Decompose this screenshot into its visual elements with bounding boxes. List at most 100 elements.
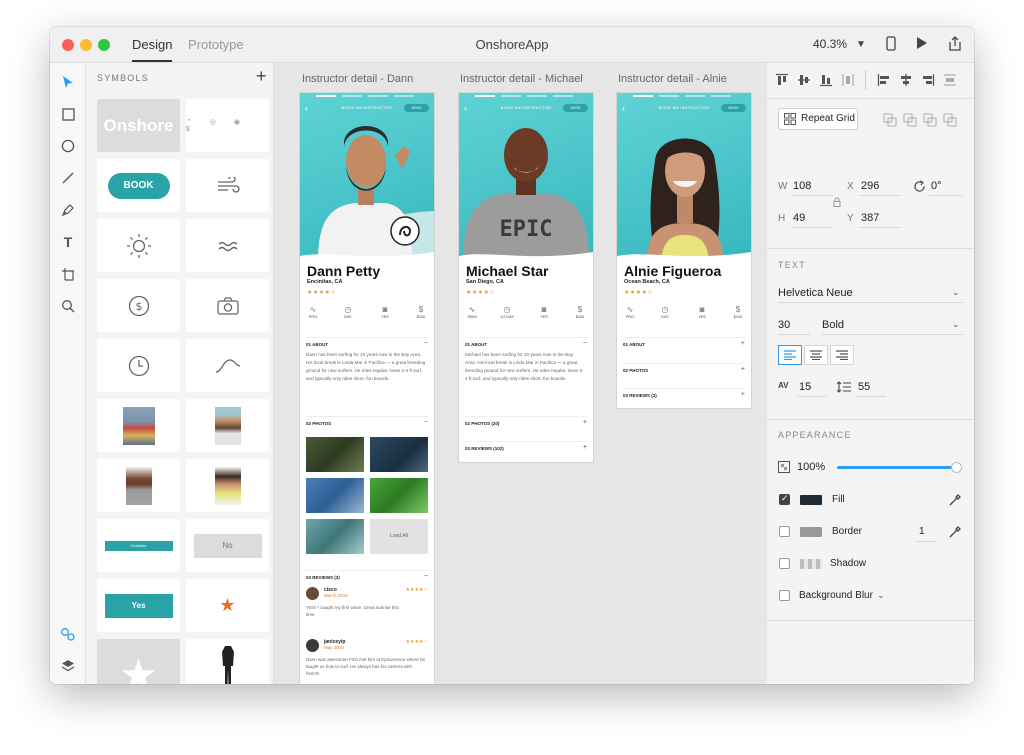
align-left-icon[interactable] bbox=[877, 73, 891, 87]
section-about[interactable]: 01 ABOUT − bbox=[306, 337, 428, 347]
rotation-input[interactable]: 0° bbox=[931, 180, 942, 192]
eyedropper-icon[interactable] bbox=[949, 525, 962, 538]
background-blur-checkbox[interactable] bbox=[779, 590, 790, 601]
section-about[interactable]: 01 ABOUT + bbox=[623, 337, 745, 347]
symbol-stat-icons[interactable]: ⌃ ◎ ◉ $ bbox=[186, 99, 269, 152]
x-input[interactable]: 296 bbox=[861, 180, 879, 192]
align-top-icon[interactable] bbox=[775, 73, 789, 87]
lock-aspect-icon[interactable] bbox=[833, 197, 841, 207]
y-input[interactable]: 387 bbox=[861, 212, 879, 224]
photo-5[interactable] bbox=[306, 519, 364, 554]
section-reviews[interactable]: 03 REVIEWS (102) + bbox=[465, 441, 587, 451]
distribute-vertical-icon[interactable] bbox=[841, 73, 855, 87]
align-center-icon[interactable] bbox=[899, 73, 913, 87]
symbol-dollar[interactable]: $ bbox=[97, 279, 180, 332]
layers-icon[interactable] bbox=[57, 655, 79, 677]
symbol-camera[interactable] bbox=[186, 279, 269, 332]
artboard-label-michael[interactable]: Instructor detail - Michael bbox=[460, 73, 583, 85]
select-tool-icon[interactable] bbox=[57, 71, 79, 93]
pen-tool-icon[interactable] bbox=[57, 199, 79, 221]
text-tool-icon[interactable]: T bbox=[57, 231, 79, 253]
artboard-label-dann[interactable]: Instructor detail - Dann bbox=[302, 73, 413, 85]
symbol-storefront-image[interactable] bbox=[97, 399, 180, 452]
symbol-yes-button[interactable]: Yes bbox=[97, 579, 180, 632]
font-size-input[interactable]: 30 bbox=[778, 319, 790, 331]
text-align-center-button[interactable] bbox=[804, 345, 828, 365]
chevron-down-icon[interactable]: ⌄ bbox=[952, 287, 960, 298]
share-icon[interactable] bbox=[948, 36, 962, 54]
symbol-clock[interactable] bbox=[97, 339, 180, 392]
photo-4[interactable] bbox=[370, 478, 428, 513]
chevron-down-icon[interactable]: ⌄ bbox=[952, 319, 960, 330]
photo-1[interactable] bbox=[306, 437, 364, 472]
symbol-large-star[interactable]: ★ bbox=[97, 639, 180, 684]
artboard-michael[interactable]: ‹ BOOK AN INSTRUCTOR BOOK EPIC Michael S… bbox=[459, 93, 593, 462]
section-photos[interactable]: 02 PHOTOS + bbox=[623, 363, 745, 373]
load-all-button[interactable]: Load All bbox=[370, 519, 428, 554]
play-icon[interactable] bbox=[916, 36, 928, 53]
border-color-swatch[interactable] bbox=[800, 527, 822, 537]
photo-2[interactable] bbox=[370, 437, 428, 472]
symbol-wetsuit[interactable] bbox=[186, 639, 269, 684]
repeat-grid-button[interactable]: Repeat Grid bbox=[778, 108, 858, 130]
text-align-right-button[interactable] bbox=[830, 345, 854, 365]
symbol-no-button[interactable]: No bbox=[186, 519, 269, 572]
artboard-dann[interactable]: ‹ BOOK AN INSTRUCTOR BOOK Dann Petty Enc… bbox=[300, 93, 434, 684]
symbols-panel-icon[interactable] bbox=[57, 623, 79, 645]
ellipse-tool-icon[interactable] bbox=[57, 135, 79, 157]
artboard-alnie[interactable]: ‹ BOOK AN INSTRUCTOR BOOK Alnie Figueroa… bbox=[617, 93, 751, 408]
align-middle-icon[interactable] bbox=[797, 73, 811, 87]
font-family-select[interactable]: Helvetica Neue bbox=[778, 287, 853, 299]
section-reviews[interactable]: 03 REVIEWS (3) − bbox=[306, 570, 428, 580]
boolean-add-icon[interactable] bbox=[883, 113, 897, 127]
chevron-down-icon[interactable]: ⌄ bbox=[877, 590, 885, 601]
width-input[interactable]: 108 bbox=[793, 180, 811, 192]
border-checkbox[interactable] bbox=[779, 526, 790, 537]
zoom-tool-icon[interactable] bbox=[57, 295, 79, 317]
symbol-wind[interactable] bbox=[186, 159, 269, 212]
symbol-continue-bar[interactable]: Continue bbox=[97, 519, 180, 572]
boolean-intersect-icon[interactable] bbox=[923, 113, 937, 127]
chevron-down-icon[interactable]: ▼ bbox=[856, 39, 866, 50]
shadow-checkbox[interactable] bbox=[779, 558, 790, 569]
border-width-input[interactable]: 1 bbox=[919, 526, 925, 537]
section-about[interactable]: 01 ABOUT − bbox=[465, 337, 587, 347]
font-weight-select[interactable]: Bold bbox=[822, 319, 844, 331]
symbol-alnie-image[interactable] bbox=[186, 459, 269, 512]
character-spacing-input[interactable]: 15 bbox=[799, 381, 811, 393]
align-right-icon[interactable] bbox=[921, 73, 935, 87]
device-preview-icon[interactable] bbox=[886, 36, 896, 54]
artboard-label-alnie[interactable]: Instructor detail - Alnie bbox=[618, 73, 727, 85]
symbol-dann-image[interactable] bbox=[186, 399, 269, 452]
distribute-horizontal-icon[interactable] bbox=[943, 73, 957, 87]
opacity-slider-thumb[interactable] bbox=[951, 462, 962, 473]
design-canvas[interactable]: Instructor detail - Dann ‹ BOOK AN INSTR… bbox=[274, 63, 767, 684]
photo-3[interactable] bbox=[306, 478, 364, 513]
boolean-subtract-icon[interactable] bbox=[903, 113, 917, 127]
text-align-left-button[interactable] bbox=[778, 345, 802, 365]
symbol-sun[interactable] bbox=[97, 219, 180, 272]
add-symbol-button[interactable]: + bbox=[256, 66, 267, 87]
symbol-michael-image[interactable] bbox=[97, 459, 180, 512]
opacity-input[interactable]: 100% bbox=[797, 461, 825, 473]
opacity-slider[interactable] bbox=[837, 462, 962, 473]
symbol-star[interactable]: ★ bbox=[186, 579, 269, 632]
fill-color-swatch[interactable] bbox=[800, 495, 822, 505]
line-spacing-input[interactable]: 55 bbox=[858, 381, 870, 393]
symbol-wave-curve[interactable] bbox=[186, 339, 269, 392]
fill-checkbox[interactable] bbox=[779, 493, 790, 505]
symbol-logo[interactable]: Onshore bbox=[97, 99, 180, 152]
section-photos[interactable]: 02 PHOTOS (20) + bbox=[465, 416, 587, 426]
eyedropper-icon[interactable] bbox=[949, 493, 962, 506]
align-bottom-icon[interactable] bbox=[819, 73, 833, 87]
artboard-tool-icon[interactable] bbox=[57, 263, 79, 285]
symbol-waves[interactable] bbox=[186, 219, 269, 272]
section-reviews[interactable]: 03 REVIEWS (3) + bbox=[623, 388, 745, 398]
shadow-color-swatch[interactable] bbox=[800, 559, 822, 569]
height-input[interactable]: 49 bbox=[793, 212, 805, 224]
section-photos[interactable]: 02 PHOTOS − bbox=[306, 416, 428, 426]
line-tool-icon[interactable] bbox=[57, 167, 79, 189]
symbol-book-button[interactable]: BOOK bbox=[97, 159, 180, 212]
boolean-exclude-icon[interactable] bbox=[943, 113, 957, 127]
rectangle-tool-icon[interactable] bbox=[57, 103, 79, 125]
